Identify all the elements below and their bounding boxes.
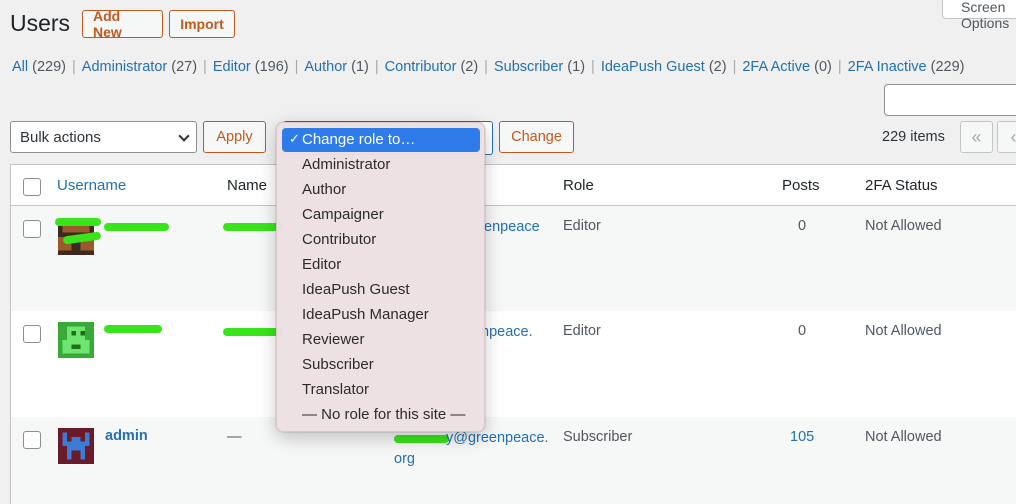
filter-editor[interactable]: Editor (196): [213, 59, 289, 75]
user-posts: 0: [798, 218, 807, 234]
filter-subscriber[interactable]: Subscriber (1): [494, 59, 585, 75]
screen-options-button[interactable]: Screen Options: [942, 0, 1016, 31]
user-posts: 0: [798, 323, 807, 339]
prev-page-button[interactable]: ‹: [997, 121, 1016, 153]
filter-separator: |: [72, 59, 76, 75]
row-checkbox[interactable]: [23, 325, 41, 343]
user-2fa-status: Not Allowed: [865, 218, 942, 234]
dropdown-option-ideapush-guest[interactable]: IdeaPush Guest: [282, 278, 480, 302]
add-new-button[interactable]: Add New: [82, 8, 163, 40]
filter-separator: |: [837, 59, 842, 75]
filter-separator: |: [591, 59, 595, 75]
user-email[interactable]: npeace.: [481, 324, 533, 340]
user-posts-link[interactable]: 105: [790, 429, 814, 445]
dropdown-option-subscriber[interactable]: Subscriber: [282, 353, 480, 377]
user-2fa-status: Not Allowed: [865, 323, 942, 339]
redaction-mark: [394, 435, 449, 443]
select-all-checkbox[interactable]: [23, 178, 41, 196]
bulk-actions-select[interactable]: Bulk actions: [10, 121, 197, 153]
column-name[interactable]: Name: [227, 177, 267, 194]
dropdown-option-editor[interactable]: Editor: [282, 253, 480, 277]
avatar: [58, 428, 94, 464]
redaction-mark: [223, 223, 283, 231]
apply-button[interactable]: Apply: [203, 121, 266, 153]
filter-separator: |: [732, 59, 737, 75]
change-role-dropdown-menu: ✓ Change role to… Administrator Author C…: [276, 122, 485, 432]
dropdown-option-contributor[interactable]: Contributor: [282, 228, 480, 252]
dropdown-option-author[interactable]: Author: [282, 178, 480, 202]
table-header: Username Name Role Posts 2FA Status: [11, 165, 1016, 206]
search-input[interactable]: [884, 84, 1016, 116]
column-username[interactable]: Username: [57, 177, 126, 194]
user-email[interactable]: enpeace: [484, 219, 540, 235]
filter-contributor[interactable]: Contributor (2): [385, 59, 479, 75]
filter-all[interactable]: All (229): [12, 59, 66, 75]
avatar: [58, 322, 94, 358]
users-table: Username Name Role Posts 2FA Status enpe…: [10, 164, 1016, 504]
dropdown-option-ideapush-manager[interactable]: IdeaPush Manager: [282, 303, 480, 327]
filter-2fa-active[interactable]: 2FA Active (0): [742, 59, 831, 75]
dropdown-option-no-role[interactable]: — No role for this site —: [282, 403, 480, 427]
dropdown-option-administrator[interactable]: Administrator: [282, 153, 480, 177]
filter-author[interactable]: Author (1): [304, 59, 369, 75]
filter-separator: |: [294, 59, 299, 75]
column-posts: Posts: [782, 177, 820, 194]
table-row: npeace. Editor 0 Not Allowed: [11, 311, 1016, 417]
import-button[interactable]: Import: [169, 10, 235, 38]
username-link[interactable]: admin: [105, 428, 148, 444]
user-role: Editor: [563, 323, 601, 339]
user-role: Subscriber: [563, 429, 633, 445]
column-2fa-status: 2FA Status: [865, 177, 938, 194]
user-email[interactable]: y@greenpeace.: [446, 430, 549, 446]
filter-separator: |: [484, 59, 488, 75]
table-row: admin — y@greenpeace. org Subscriber 105…: [11, 417, 1016, 504]
redaction-mark: [223, 328, 283, 336]
column-role: Role: [563, 177, 594, 194]
user-email-continued[interactable]: org: [394, 451, 415, 467]
checkmark-icon: ✓: [289, 131, 300, 146]
redaction-mark: [55, 218, 101, 226]
user-role: Editor: [563, 218, 601, 234]
chevron-down-icon: [178, 130, 190, 142]
page-title: Users: [10, 10, 71, 36]
role-filter-links: All (229) | Administrator (27) | Editor …: [12, 59, 965, 75]
filter-2fa-inactive[interactable]: 2FA Inactive (229): [848, 59, 965, 75]
dropdown-option-campaigner[interactable]: Campaigner: [282, 203, 480, 227]
filter-administrator[interactable]: Administrator (27): [82, 59, 197, 75]
items-count: 229 items: [882, 129, 945, 145]
dropdown-option-reviewer[interactable]: Reviewer: [282, 328, 480, 352]
redaction-mark: [104, 223, 169, 231]
dropdown-option-translator[interactable]: Translator: [282, 378, 480, 402]
filter-ideapush-guest[interactable]: IdeaPush Guest (2): [601, 59, 727, 75]
row-checkbox[interactable]: [23, 220, 41, 238]
user-name: —: [227, 429, 242, 445]
bulk-actions-label: Bulk actions: [20, 129, 101, 146]
filter-separator: |: [374, 59, 379, 75]
change-role-button[interactable]: Change: [499, 121, 574, 153]
table-row: enpeace Editor 0 Not Allowed: [11, 206, 1016, 311]
row-checkbox[interactable]: [23, 431, 41, 449]
first-page-button[interactable]: «: [960, 121, 993, 153]
dropdown-option-change-role[interactable]: ✓ Change role to…: [282, 128, 480, 152]
filter-separator: |: [203, 59, 207, 75]
user-2fa-status: Not Allowed: [865, 429, 942, 445]
redaction-mark: [104, 325, 162, 333]
